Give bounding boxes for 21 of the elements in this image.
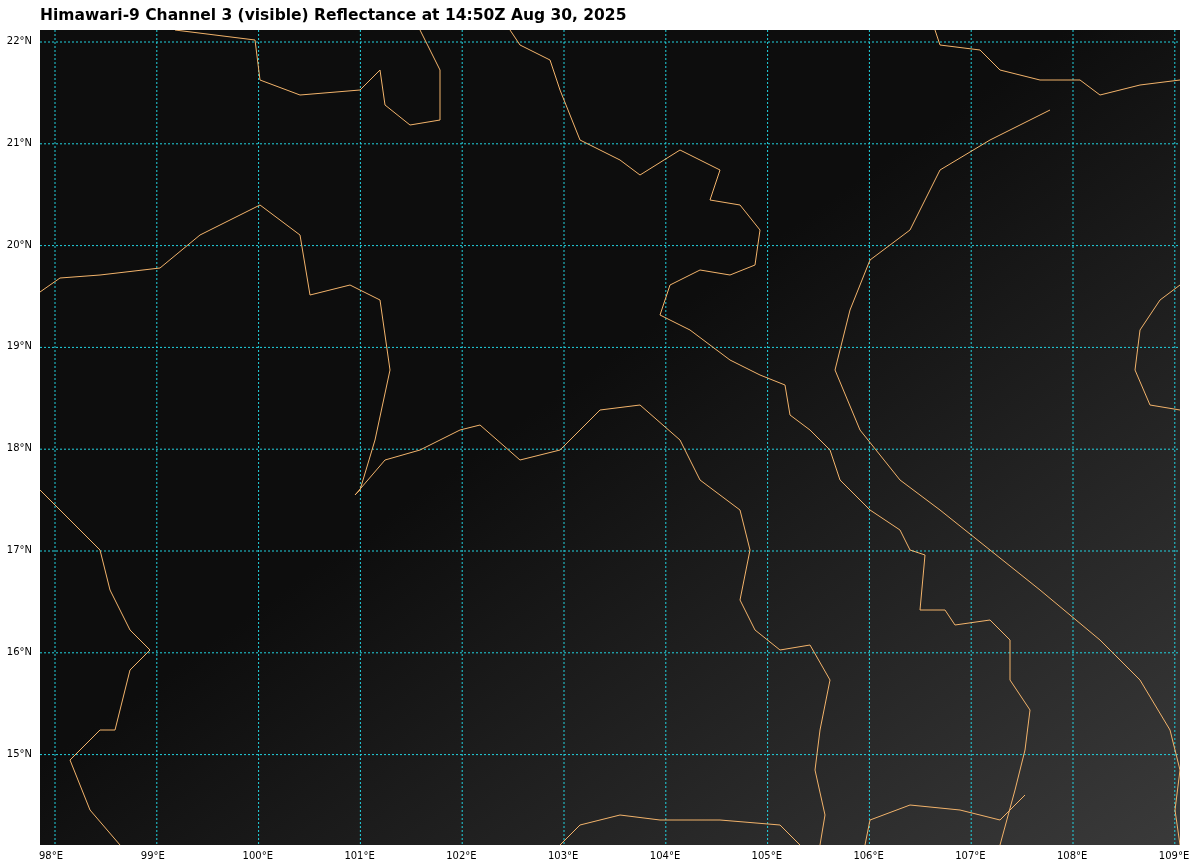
longitude-label: 102°E <box>446 850 477 861</box>
longitude-label: 101°E <box>344 850 375 861</box>
longitude-label: 108°E <box>1057 850 1088 861</box>
longitude-label: 103°E <box>548 850 579 861</box>
latitude-label: 18°N <box>6 442 32 454</box>
longitude-label: 99°E <box>140 850 165 861</box>
latitude-label: 20°N <box>6 238 32 250</box>
latitude-label: 19°N <box>6 340 32 352</box>
latitude-label: 22°N <box>6 35 32 46</box>
latitude-label: 17°N <box>6 544 32 555</box>
longitude-label: 109°E <box>1158 850 1190 861</box>
longitude-label: 98°E <box>39 850 64 861</box>
latitude-label: 16°N <box>6 645 32 657</box>
longitude-label: 105°E <box>751 850 782 861</box>
longitude-label: 107°E <box>955 850 986 861</box>
longitude-label: 106°E <box>853 850 884 861</box>
chart-title: Himawari-9 Channel 3 (visible) Reflectance at 14:50Z Aug 30, 2025 <box>40 6 627 24</box>
latitude-label: 15°N <box>6 747 32 759</box>
longitude-label: 104°E <box>649 850 681 861</box>
longitude-label: 100°E <box>242 850 273 861</box>
latitude-label: 21°N <box>6 136 32 148</box>
